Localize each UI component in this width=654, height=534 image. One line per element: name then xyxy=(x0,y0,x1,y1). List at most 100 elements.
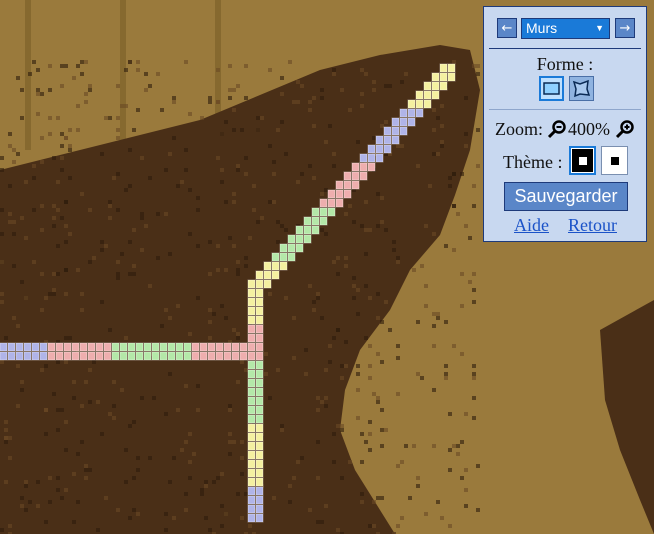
wall-tile[interactable] xyxy=(367,162,376,172)
wall-tile[interactable] xyxy=(63,342,72,352)
wall-tile[interactable] xyxy=(383,126,392,136)
wall-tile[interactable] xyxy=(175,342,184,352)
wall-tile[interactable] xyxy=(383,144,392,154)
shape-rectangle-button[interactable] xyxy=(539,76,564,101)
wall-tile[interactable] xyxy=(151,351,160,361)
wall-tile[interactable] xyxy=(311,207,320,217)
wall-tile[interactable] xyxy=(375,135,384,145)
wall-tile[interactable] xyxy=(391,135,400,145)
wall-tile[interactable] xyxy=(159,342,168,352)
wall-tile[interactable] xyxy=(439,72,448,82)
wall-tile[interactable] xyxy=(175,351,184,361)
wall-tile[interactable] xyxy=(47,351,56,361)
wall-tile[interactable] xyxy=(391,126,400,136)
wall-tile[interactable] xyxy=(255,378,264,388)
wall-tile[interactable] xyxy=(343,171,352,181)
wall-tile[interactable] xyxy=(39,342,48,352)
wall-tile[interactable] xyxy=(247,414,256,424)
wall-tile[interactable] xyxy=(247,459,256,469)
wall-tile[interactable] xyxy=(247,486,256,496)
wall-tile[interactable] xyxy=(95,351,104,361)
wall-tile[interactable] xyxy=(263,261,272,271)
wall-tile[interactable] xyxy=(407,99,416,109)
wall-tile[interactable] xyxy=(7,351,16,361)
wall-tile[interactable] xyxy=(311,225,320,235)
wall-tile[interactable] xyxy=(55,342,64,352)
wall-tile[interactable] xyxy=(399,108,408,118)
zoom-in-icon[interactable] xyxy=(615,119,635,139)
wall-tile[interactable] xyxy=(79,351,88,361)
wall-tile[interactable] xyxy=(255,270,264,280)
shape-freeform-button[interactable] xyxy=(569,76,594,101)
wall-tile[interactable] xyxy=(103,351,112,361)
wall-tile[interactable] xyxy=(439,63,448,73)
wall-tile[interactable] xyxy=(351,162,360,172)
wall-tile[interactable] xyxy=(431,90,440,100)
wall-tile[interactable] xyxy=(247,387,256,397)
wall-tile[interactable] xyxy=(439,81,448,91)
wall-tile[interactable] xyxy=(23,351,32,361)
wall-tile[interactable] xyxy=(231,351,240,361)
wall-tile[interactable] xyxy=(231,342,240,352)
wall-tile[interactable] xyxy=(255,405,264,415)
wall-tile[interactable] xyxy=(135,342,144,352)
wall-tile[interactable] xyxy=(447,63,456,73)
wall-tile[interactable] xyxy=(279,243,288,253)
wall-tile[interactable] xyxy=(423,99,432,109)
wall-tile[interactable] xyxy=(95,342,104,352)
wall-tile[interactable] xyxy=(255,360,264,370)
wall-tile[interactable] xyxy=(335,189,344,199)
wall-tile[interactable] xyxy=(335,198,344,208)
wall-tile[interactable] xyxy=(199,342,208,352)
wall-tile[interactable] xyxy=(183,342,192,352)
wall-tile[interactable] xyxy=(271,270,280,280)
wall-tile[interactable] xyxy=(23,342,32,352)
wall-tile[interactable] xyxy=(55,351,64,361)
wall-tile[interactable] xyxy=(359,162,368,172)
wall-tile[interactable] xyxy=(287,234,296,244)
wall-tile[interactable] xyxy=(135,351,144,361)
wall-tile[interactable] xyxy=(335,180,344,190)
wall-tile[interactable] xyxy=(127,342,136,352)
wall-tile[interactable] xyxy=(111,351,120,361)
wall-tile[interactable] xyxy=(255,288,264,298)
wall-tile[interactable] xyxy=(423,81,432,91)
wall-tile[interactable] xyxy=(247,504,256,514)
wall-tile[interactable] xyxy=(63,351,72,361)
wall-tile[interactable] xyxy=(247,423,256,433)
wall-tile[interactable] xyxy=(431,72,440,82)
wall-tile[interactable] xyxy=(255,513,264,523)
wall-tile[interactable] xyxy=(255,468,264,478)
wall-tile[interactable] xyxy=(407,108,416,118)
wall-tile[interactable] xyxy=(295,243,304,253)
wall-tile[interactable] xyxy=(191,342,200,352)
wall-tile[interactable] xyxy=(159,351,168,361)
wall-tile[interactable] xyxy=(359,153,368,163)
wall-tile[interactable] xyxy=(247,477,256,487)
wall-tile[interactable] xyxy=(367,153,376,163)
wall-tile[interactable] xyxy=(255,441,264,451)
wall-tile[interactable] xyxy=(327,198,336,208)
wall-tile[interactable] xyxy=(247,297,256,307)
wall-tile[interactable] xyxy=(255,423,264,433)
wall-tile[interactable] xyxy=(247,495,256,505)
wall-tile[interactable] xyxy=(255,495,264,505)
wall-tile[interactable] xyxy=(223,342,232,352)
wall-tile[interactable] xyxy=(255,504,264,514)
wall-tile[interactable] xyxy=(31,351,40,361)
wall-tile[interactable] xyxy=(319,216,328,226)
wall-tile[interactable] xyxy=(263,279,272,289)
wall-tile[interactable] xyxy=(247,405,256,415)
wall-tile[interactable] xyxy=(247,324,256,334)
wall-tile[interactable] xyxy=(255,477,264,487)
wall-tile[interactable] xyxy=(215,342,224,352)
wall-tile[interactable] xyxy=(191,351,200,361)
wall-tile[interactable] xyxy=(255,315,264,325)
wall-tile[interactable] xyxy=(247,396,256,406)
wall-tile[interactable] xyxy=(247,513,256,523)
wall-tile[interactable] xyxy=(239,342,248,352)
wall-tile[interactable] xyxy=(279,252,288,262)
wall-tile[interactable] xyxy=(207,342,216,352)
wall-tile[interactable] xyxy=(399,117,408,127)
wall-tile[interactable] xyxy=(247,306,256,316)
